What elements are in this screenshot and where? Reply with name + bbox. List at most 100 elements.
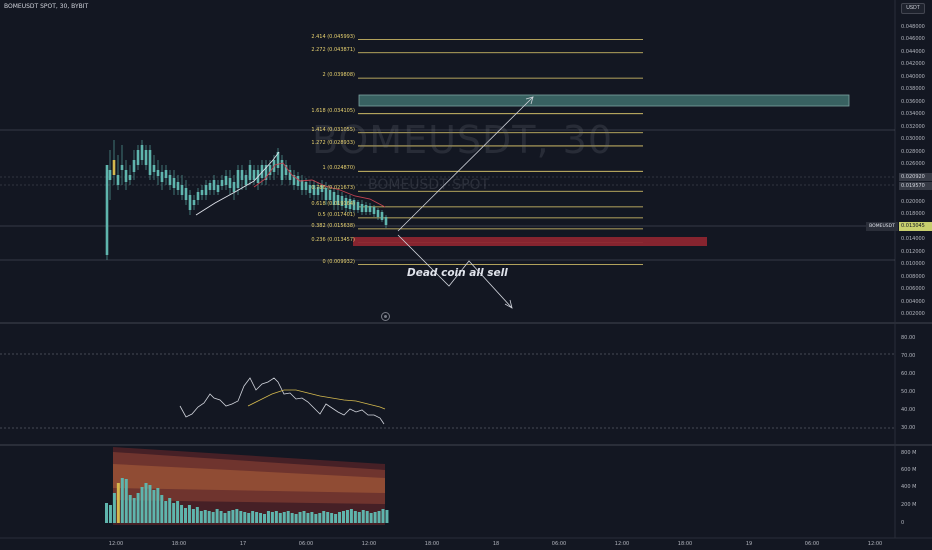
volume-axis-tick: 200 M bbox=[901, 502, 917, 508]
candle-body[interactable] bbox=[224, 176, 228, 185]
volume-bar bbox=[116, 483, 120, 523]
candle-body[interactable] bbox=[252, 170, 256, 180]
candle-body[interactable] bbox=[184, 188, 188, 200]
volume-bar bbox=[373, 512, 377, 523]
volume-bar bbox=[152, 490, 156, 523]
candle-body[interactable] bbox=[228, 178, 232, 188]
candle-body[interactable] bbox=[144, 150, 148, 165]
symbol-title[interactable]: BOMEUSDT SPOT, 30, BYBIT bbox=[4, 3, 88, 10]
candle-body[interactable] bbox=[244, 175, 248, 185]
time-axis-tick: 12:00 bbox=[361, 541, 377, 547]
candle-body[interactable] bbox=[220, 180, 224, 186]
candle-body[interactable] bbox=[156, 170, 160, 176]
candle-body[interactable] bbox=[364, 205, 368, 212]
candle-body[interactable] bbox=[368, 206, 372, 212]
target-box[interactable] bbox=[358, 94, 850, 107]
volume-bar bbox=[108, 505, 112, 523]
volume-axis-tick: 400 M bbox=[901, 484, 917, 490]
candle-body[interactable] bbox=[188, 195, 192, 210]
watermark-name: BOMEUSDT SPOT bbox=[368, 177, 490, 193]
time-axis-tick: 12:00 bbox=[614, 541, 630, 547]
volume-bar bbox=[223, 513, 227, 523]
candle-body[interactable] bbox=[360, 204, 364, 212]
volume-bar bbox=[255, 512, 259, 523]
candle-body[interactable] bbox=[136, 150, 140, 165]
volume-bar bbox=[330, 513, 334, 523]
rsi-pane[interactable] bbox=[0, 324, 895, 444]
candle-body[interactable] bbox=[372, 207, 376, 214]
candle-body[interactable] bbox=[180, 185, 184, 195]
candle-body[interactable] bbox=[124, 170, 128, 182]
candle-body[interactable] bbox=[112, 160, 116, 175]
volume-bar bbox=[310, 512, 314, 523]
candle-body[interactable] bbox=[160, 172, 164, 182]
candle-body[interactable] bbox=[208, 183, 212, 190]
candle-body[interactable] bbox=[168, 175, 172, 185]
price-axis-tick: 0.012000 bbox=[901, 248, 925, 255]
candle-body[interactable] bbox=[172, 178, 176, 188]
price-axis-tick: 0.026000 bbox=[901, 161, 925, 168]
candle-body[interactable] bbox=[128, 175, 132, 180]
candle-body[interactable] bbox=[248, 165, 252, 180]
volume-bar bbox=[160, 495, 164, 523]
price-axis-tick: 0.042000 bbox=[901, 61, 925, 68]
candle-body[interactable] bbox=[328, 190, 332, 200]
volume-bar bbox=[105, 503, 108, 523]
candle-body[interactable] bbox=[216, 185, 220, 192]
volume-bar bbox=[282, 512, 286, 523]
candle-body[interactable] bbox=[356, 202, 360, 210]
candle-body[interactable] bbox=[296, 176, 300, 186]
candle-body[interactable] bbox=[300, 180, 304, 190]
candle-body[interactable] bbox=[152, 165, 156, 172]
volume-bar bbox=[270, 512, 274, 523]
candle-body[interactable] bbox=[304, 182, 308, 190]
candle-body[interactable] bbox=[164, 170, 168, 178]
rsi-axis-tick: 40.00 bbox=[901, 407, 916, 413]
candle-body[interactable] bbox=[232, 182, 236, 192]
currency-button[interactable]: USDT bbox=[901, 3, 925, 14]
volume-axis-tick: 800 M bbox=[901, 450, 917, 456]
eye-icon[interactable] bbox=[381, 312, 390, 321]
candle-body[interactable] bbox=[212, 180, 216, 190]
candle-body[interactable] bbox=[120, 165, 124, 170]
fib-level-label: 2.414 (0.045993) bbox=[311, 33, 355, 40]
fib-level-label: 2.272 (0.043871) bbox=[311, 46, 355, 53]
volume-bar bbox=[385, 510, 389, 523]
watermark-symbol: BOMEUSDT, 30 bbox=[312, 118, 614, 162]
fib-level-label: 1.272 (0.028933) bbox=[311, 139, 355, 146]
volume-bar bbox=[239, 511, 243, 523]
candle-body[interactable] bbox=[376, 210, 380, 217]
candle-body[interactable] bbox=[105, 165, 109, 255]
rsi-axis-tick: 30.00 bbox=[901, 425, 916, 431]
candle-body[interactable] bbox=[148, 150, 152, 175]
price-axis-tick: 0.046000 bbox=[901, 36, 925, 43]
time-axis-tick: 19 bbox=[745, 541, 753, 547]
candle-body[interactable] bbox=[132, 160, 136, 172]
volume-bar bbox=[140, 487, 144, 523]
candle-body[interactable] bbox=[108, 170, 112, 180]
candle-body[interactable] bbox=[380, 212, 384, 220]
fib-level-label: 1.414 (0.031055) bbox=[311, 126, 355, 133]
volume-bar bbox=[266, 511, 270, 523]
candle-body[interactable] bbox=[116, 175, 120, 185]
price-axis-tick: 0.030000 bbox=[901, 136, 925, 143]
candle-body[interactable] bbox=[196, 192, 200, 200]
volume-bar bbox=[274, 511, 278, 523]
candle-body[interactable] bbox=[236, 170, 240, 188]
time-axis-tick: 06:00 bbox=[804, 541, 820, 547]
candle-body[interactable] bbox=[384, 217, 388, 225]
symbol-price-label: BOMEUSDT bbox=[866, 222, 898, 231]
candle-body[interactable] bbox=[192, 200, 196, 205]
volume-bar bbox=[326, 512, 330, 523]
volume-bar bbox=[128, 495, 132, 523]
candle-body[interactable] bbox=[140, 145, 144, 160]
current-price-tag: 0.013045 bbox=[899, 222, 932, 231]
volume-bar bbox=[263, 514, 266, 523]
candle-body[interactable] bbox=[200, 190, 204, 195]
candle-body[interactable] bbox=[240, 170, 244, 180]
candle-body[interactable] bbox=[176, 182, 180, 190]
candle-body[interactable] bbox=[204, 185, 208, 195]
volume-bar bbox=[172, 503, 176, 523]
stop-box[interactable] bbox=[353, 237, 707, 246]
chart-annotation[interactable]: Dead coin all sell bbox=[407, 267, 508, 279]
